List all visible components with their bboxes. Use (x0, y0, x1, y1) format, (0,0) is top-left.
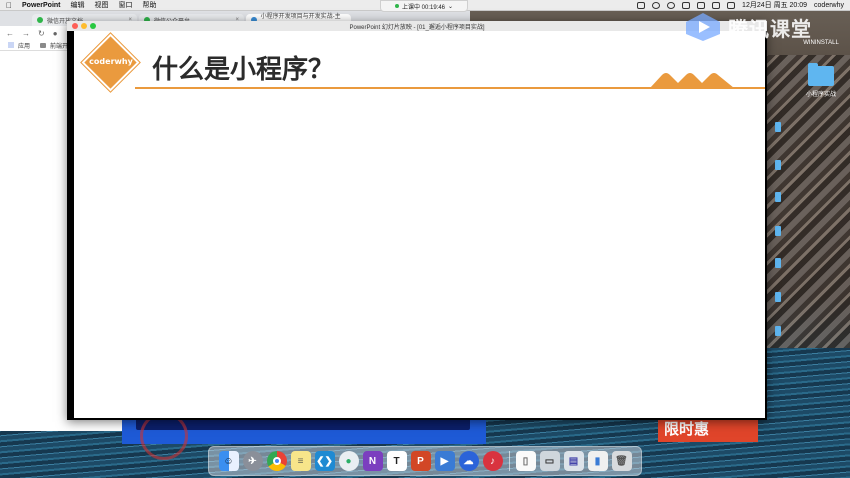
slide-canvas[interactable]: coderwhy 什么是小程序？ (74, 31, 765, 418)
dock: ☺ ✈ ≡ ❮❯ ● N T P ▶ ☁ ♪ ▯ ▭ ▤ ▮ 🗑 (208, 446, 642, 476)
screenshot-icon[interactable]: ▭ (539, 451, 560, 471)
desktop-item-folder[interactable]: 小程序实战 (798, 63, 844, 98)
bookmark-apps[interactable]: 应用 (18, 41, 30, 50)
netease-music-icon[interactable]: ♪ (482, 451, 503, 471)
wechat-icon[interactable]: ● (338, 451, 359, 471)
class-timer-label: 上课中 00:19:46 (401, 4, 445, 11)
slide-title: 什么是小程序？ (152, 55, 335, 85)
baidu-netdisk-icon[interactable]: ☁ (458, 451, 479, 471)
reload-icon[interactable]: ↻ (38, 29, 45, 38)
apple-menu-icon[interactable]:  (6, 1, 12, 10)
desktop-folder-icon[interactable] (775, 160, 781, 170)
finder-icon[interactable]: ☺ (218, 451, 239, 471)
powerpoint-titlebar[interactable]: PowerPoint 幻灯片放映 - [01_邂逅小程序项目实战] (67, 21, 767, 31)
status-area: 12月24日 周五 20:09 coderwhy (637, 0, 844, 10)
class-timer[interactable]: 上课中 00:19:46 ⌄ (380, 0, 468, 12)
menu-edit[interactable]: 编辑 (71, 0, 85, 10)
watermark-text: 腾讯课堂 (728, 16, 812, 41)
window-title: PowerPoint 幻灯片放映 - [01_邂逅小程序项目实战] (349, 24, 485, 31)
menu-view[interactable]: 视图 (95, 0, 109, 10)
menubar-username[interactable]: coderwhy (814, 2, 844, 9)
folder-icon (40, 42, 47, 48)
desktop-folder-icon[interactable] (775, 122, 781, 132)
notes-icon[interactable]: ≡ (290, 451, 311, 471)
document-icon[interactable]: ▯ (515, 451, 536, 471)
wechat-favicon-icon (37, 17, 43, 23)
onenote-icon[interactable]: N (362, 451, 383, 471)
menu-window[interactable]: 窗口 (119, 0, 133, 10)
screen-record-icon[interactable] (637, 1, 646, 9)
search-icon[interactable] (712, 1, 721, 9)
desktop-wallpaper-rock (760, 55, 850, 355)
back-arrow-icon[interactable]: ← (6, 29, 14, 38)
bluetooth-icon[interactable] (682, 1, 691, 9)
control-center-icon[interactable] (727, 1, 736, 9)
logo-text: coderwhy (89, 57, 133, 66)
tencent-class-watermark: 腾讯课堂 (684, 12, 812, 42)
chrome-icon[interactable] (266, 451, 287, 471)
desktop-folder-icon[interactable] (775, 192, 781, 202)
desktop-folder-icon[interactable] (775, 292, 781, 302)
folder-icon (808, 63, 834, 86)
promo-text: 限时惠 (664, 421, 710, 438)
vscode-icon[interactable]: ❮❯ (314, 451, 335, 471)
dock-separator (508, 451, 510, 471)
tencent-class-icon[interactable]: ▶ (434, 451, 455, 471)
powerpoint-icon[interactable]: P (410, 451, 431, 471)
recording-dot-icon (394, 4, 399, 8)
wechat-status-icon[interactable] (652, 1, 661, 9)
desktop-folder-icon[interactable] (775, 226, 781, 236)
menu-app-name[interactable]: PowerPoint (22, 2, 61, 9)
status-icon[interactable] (667, 1, 676, 9)
menu-help[interactable]: 帮助 (143, 0, 157, 10)
mountains-decoration-icon (650, 73, 734, 88)
chevron-down-icon: ⌄ (448, 3, 454, 10)
desktop-folder-icon[interactable] (775, 258, 781, 268)
lock-icon: ● (52, 28, 58, 38)
tencent-class-logo-icon (686, 13, 720, 41)
launchpad-icon[interactable]: ✈ (242, 451, 263, 471)
wifi-icon[interactable] (697, 1, 706, 9)
desktop-folder-icon[interactable] (775, 326, 781, 336)
title-underline (135, 87, 765, 89)
menubar-datetime[interactable]: 12月24日 周五 20:09 (742, 0, 807, 10)
trash-icon[interactable]: 🗑 (611, 451, 632, 471)
file-icon[interactable]: ▮ (587, 451, 608, 471)
forward-arrow-icon[interactable]: → (22, 29, 30, 38)
apps-grid-icon[interactable] (8, 42, 14, 48)
powerpoint-window: PowerPoint 幻灯片放映 - [01_邂逅小程序项目实战] coderw… (67, 21, 767, 420)
pdf-icon[interactable]: ▤ (563, 451, 584, 471)
typora-icon[interactable]: T (386, 451, 407, 471)
desktop-item-label: 小程序实战 (805, 92, 836, 98)
